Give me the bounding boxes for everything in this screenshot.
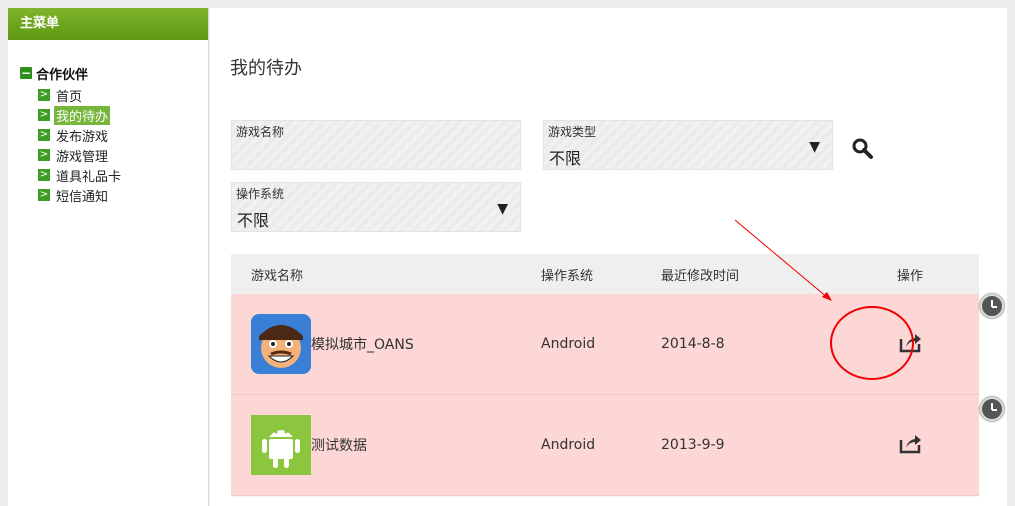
sidebar-item-label: 首页 [56, 89, 83, 105]
main-content: 我的待办 游戏名称 游戏类型 不限 ▼ 操作系统 不限 ▼ 游戏名称 操作系统 … [210, 8, 1007, 506]
clock-icon [980, 397, 1004, 421]
cell-time: 2014-8-8 [661, 336, 725, 352]
cell-action [841, 431, 979, 459]
cell-os: Android [541, 437, 596, 453]
sidebar-item-label: 发布游戏 [56, 129, 109, 145]
cell-os: Android [541, 336, 596, 352]
annotation-circle [830, 306, 914, 380]
game-name-text: 模拟城市_OANS [311, 337, 414, 353]
field-value: 不限 [237, 211, 270, 230]
cell-game-name: 模拟城市_OANS [231, 314, 541, 374]
menu-group-label: 合作伙伴 [36, 67, 89, 83]
sidebar: 主菜单 − 合作伙伴 > 首页 > 我的待办 > 发布游戏 > 游戏管理 > 道… [8, 8, 209, 506]
field-label: 操作系统 [236, 187, 285, 201]
collapse-minus-icon[interactable]: − [20, 67, 32, 79]
game-name-input[interactable]: 游戏名称 [231, 120, 521, 170]
sidebar-item-home[interactable]: > 首页 [38, 85, 123, 105]
chevron-right-icon: > [38, 189, 50, 201]
field-label: 游戏名称 [236, 125, 285, 139]
field-value: 不限 [549, 149, 582, 168]
header-os: 操作系统 [541, 268, 594, 284]
header-game-name: 游戏名称 [251, 268, 304, 284]
sidebar-item-game-management[interactable]: > 游戏管理 [38, 145, 123, 165]
clock-icon [980, 294, 1004, 318]
os-select[interactable]: 操作系统 不限 ▼ [231, 182, 521, 232]
game-name-text: 测试数据 [311, 438, 367, 454]
cell-game-name: 测试数据 [231, 415, 541, 475]
sidebar-item-publish-game[interactable]: > 发布游戏 [38, 125, 123, 145]
chevron-right-icon: > [38, 89, 50, 101]
sidebar-item-my-todo[interactable]: > 我的待办 [38, 105, 123, 125]
menu-group-partner[interactable]: − 合作伙伴 [20, 64, 123, 83]
sidebar-item-sms-notice[interactable]: > 短信通知 [38, 185, 123, 205]
export-share-icon[interactable] [898, 431, 922, 455]
search-button[interactable] [850, 136, 876, 162]
field-label: 游戏类型 [548, 125, 597, 139]
android-robot-icon [251, 415, 311, 475]
search-icon [852, 138, 873, 159]
sidebar-item-label: 短信通知 [56, 189, 109, 205]
sidebar-item-label: 我的待办 [54, 105, 111, 125]
table-row[interactable]: 测试数据 Android 2013-9-9 [231, 395, 979, 496]
annotation-arrow [734, 219, 832, 301]
chevron-right-icon: > [38, 109, 50, 121]
chevron-right-icon: > [38, 129, 50, 141]
table-header: 游戏名称 操作系统 最近修改时间 操作 [231, 254, 979, 294]
sidebar-item-label: 游戏管理 [56, 149, 109, 165]
page-title: 我的待办 [230, 58, 302, 79]
chevron-right-icon: > [38, 169, 50, 181]
menu-items: > 首页 > 我的待办 > 发布游戏 > 游戏管理 > 道具礼品卡 > 短信通知 [38, 85, 123, 205]
sidebar-item-label: 道具礼品卡 [56, 169, 122, 185]
header-action: 操作 [896, 268, 923, 284]
game-type-select[interactable]: 游戏类型 不限 ▼ [543, 120, 833, 170]
sidebar-header: 主菜单 [8, 8, 208, 40]
cell-time: 2013-9-9 [661, 437, 725, 453]
character-face-icon [251, 314, 311, 374]
dropdown-caret-icon: ▼ [497, 201, 508, 217]
main-menu: − 合作伙伴 > 首页 > 我的待办 > 发布游戏 > 游戏管理 > 道具礼品卡 [20, 64, 123, 205]
dropdown-caret-icon: ▼ [809, 139, 820, 155]
sidebar-item-gift-card[interactable]: > 道具礼品卡 [38, 165, 123, 185]
chevron-right-icon: > [38, 149, 50, 161]
